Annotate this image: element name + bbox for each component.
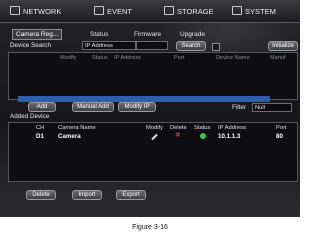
manual-add-button[interactable]: Manual Add	[72, 102, 114, 112]
filter-label: Filter	[232, 104, 246, 111]
tab-status[interactable]: Status	[90, 31, 108, 38]
figure-caption: Figure 3-16	[132, 224, 168, 231]
device-search-label: Device Search	[10, 42, 51, 49]
col-status: Status	[92, 55, 108, 61]
tab-firmware[interactable]: Firmware	[134, 31, 161, 38]
network-icon	[10, 6, 20, 15]
modify-ip-button[interactable]: Modify IP	[118, 102, 156, 112]
nav-event-label: EVENT	[107, 7, 133, 16]
col-ip-address: IP Address	[114, 55, 141, 61]
tab-camera-registration[interactable]: Camera Reg...	[12, 29, 63, 40]
added-col-camera-name: Camera Name	[58, 125, 96, 131]
dvr-screen: NETWORK EVENT STORAGE SYSTEM Camera Reg.…	[0, 0, 300, 217]
col-manufacturer: Manuf	[270, 55, 286, 61]
top-navigation: NETWORK EVENT STORAGE SYSTEM	[0, 0, 300, 23]
nav-network-label: NETWORK	[23, 7, 62, 16]
added-col-modify: Modify	[146, 125, 164, 131]
storage-icon	[164, 6, 174, 15]
event-icon	[94, 6, 104, 15]
added-device-table	[8, 122, 298, 182]
filter-select[interactable]: Null	[252, 103, 292, 112]
system-icon	[232, 6, 242, 15]
added-device-title: Added Device	[10, 113, 50, 120]
add-button[interactable]: Add	[28, 102, 56, 112]
tab-upgrade[interactable]: Upgrade	[180, 31, 205, 38]
col-device-name: Device Name	[216, 55, 250, 61]
nav-system-label: SYSTEM	[245, 7, 276, 16]
import-button[interactable]: Import	[72, 190, 102, 200]
col-modify: Modify	[60, 55, 77, 61]
added-col-ip-address: IP Address	[218, 125, 246, 131]
nav-storage[interactable]: STORAGE	[164, 6, 214, 16]
search-button[interactable]: Search	[176, 41, 206, 51]
nav-network[interactable]: NETWORK	[10, 6, 61, 16]
added-row-ip-address: 10.1.1.3	[218, 133, 241, 140]
initialize-button[interactable]: Initialize	[268, 41, 298, 51]
added-col-status: Status	[194, 125, 211, 131]
added-row-camera-name: Camera	[58, 133, 81, 140]
search-checkbox[interactable]	[212, 43, 220, 51]
search-mode-dropdown[interactable]	[136, 41, 168, 50]
nav-event[interactable]: EVENT	[94, 6, 132, 16]
device-search-results	[8, 52, 298, 100]
export-button[interactable]: Export	[116, 190, 146, 200]
added-row-ch: D1	[36, 133, 44, 140]
added-col-port: Port	[276, 125, 287, 131]
search-mode-select[interactable]: IP Address	[82, 41, 136, 50]
delete-x-icon[interactable]: ✕	[175, 132, 181, 139]
nav-storage-label: STORAGE	[177, 7, 214, 16]
added-col-ch: CH	[36, 125, 45, 131]
nav-system[interactable]: SYSTEM	[232, 6, 276, 16]
added-col-delete: Delete	[170, 125, 187, 131]
added-row-port: 80	[276, 133, 283, 140]
col-port: Port	[174, 55, 185, 61]
delete-button[interactable]: Delete	[26, 190, 56, 200]
status-online-icon	[200, 133, 206, 139]
